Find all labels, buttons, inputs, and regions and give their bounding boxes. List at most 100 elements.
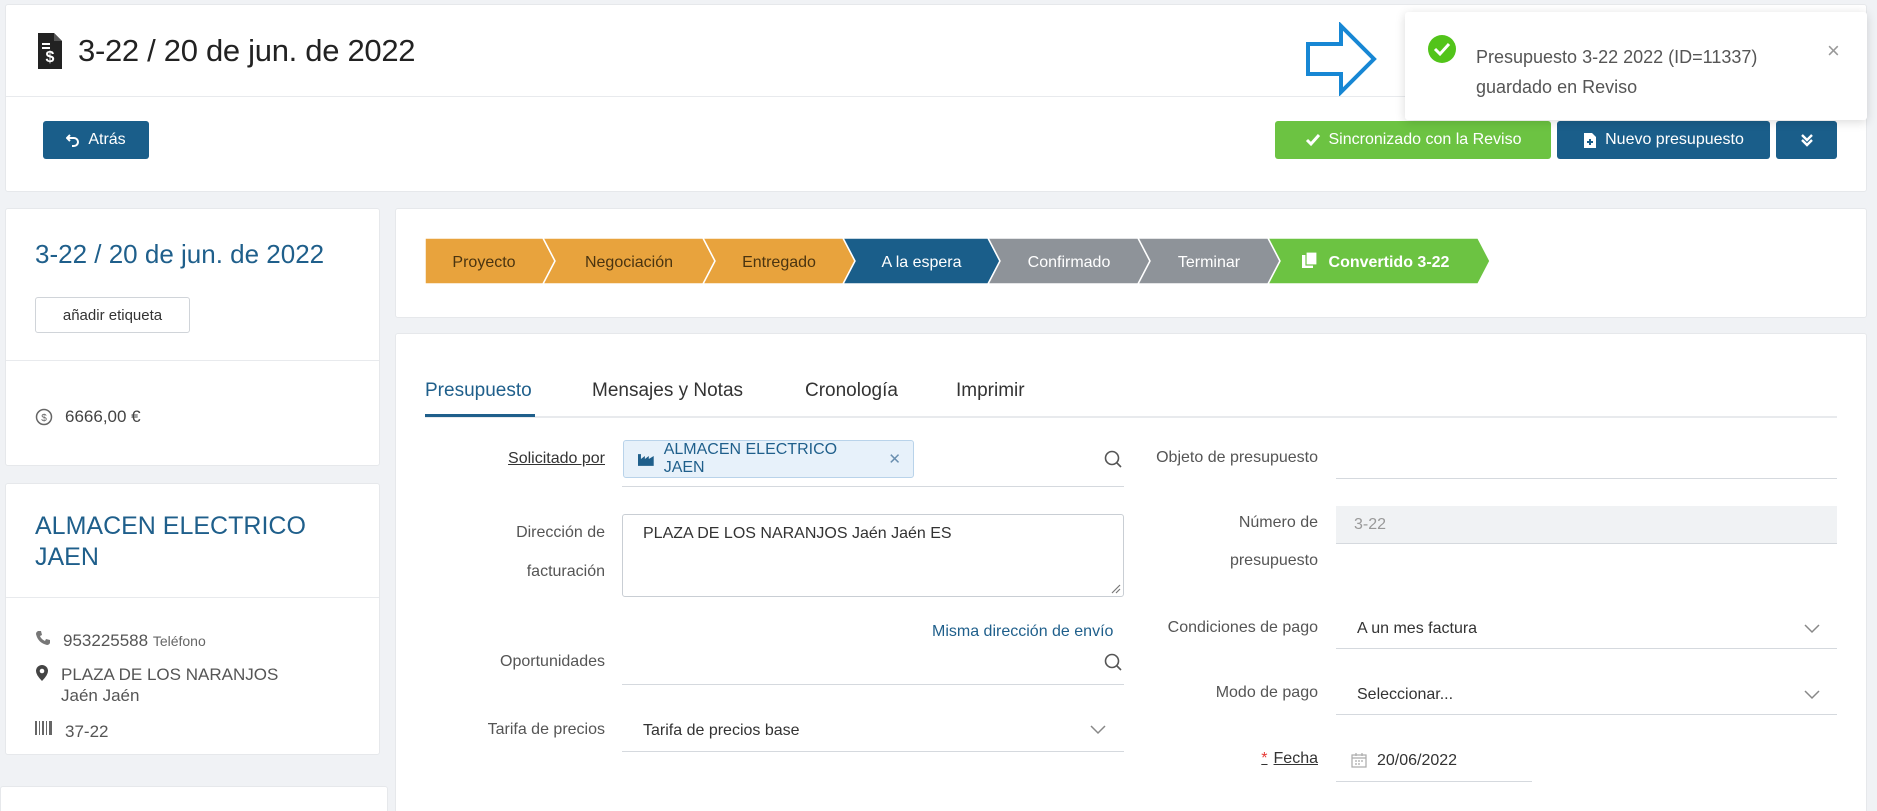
pipeline-stage-5[interactable]: Confirmado — [987, 238, 1151, 284]
add-tag-button[interactable]: añadir etiqueta — [35, 297, 190, 333]
page-title-text: 3-22 / 20 de jun. de 2022 — [78, 33, 416, 68]
pipeline-stage-6[interactable]: Terminar — [1137, 238, 1281, 284]
search-icon[interactable] — [1103, 449, 1123, 469]
pipeline-stage-label: Terminar — [1178, 254, 1241, 271]
quote-number-field: 3-22 — [1336, 506, 1837, 544]
toast-message: Presupuesto 3-22 2022 (ID=11337) guardad… — [1476, 42, 1836, 102]
summary-divider — [6, 360, 379, 361]
requested-by-chip[interactable]: ALMACEN ELECTRICO JAEN ✕ — [623, 440, 914, 478]
toast-line-2: guardado en Reviso — [1476, 77, 1638, 97]
price-list-value: Tarifa de precios base — [643, 722, 800, 739]
pipeline-stage-3[interactable]: Entregado — [702, 238, 856, 284]
new-quote-label: Nuevo presupuesto — [1605, 131, 1744, 148]
opportunities-search-icon[interactable] — [1103, 652, 1123, 672]
back-button[interactable]: Atrás — [43, 121, 149, 159]
pipeline-stage-7[interactable]: Convertido 3-22 — [1267, 238, 1491, 284]
more-actions-button[interactable] — [1776, 121, 1837, 159]
new-quote-button[interactable]: Nuevo presupuesto — [1557, 121, 1770, 159]
number-label-line-2: presupuesto — [1229, 552, 1318, 569]
coin-icon: $ — [35, 408, 53, 426]
requested-by-value: ALMACEN ELECTRICO JAEN — [663, 441, 838, 476]
quote-object-field[interactable] — [1336, 439, 1837, 479]
customer-card: ALMACEN ELECTRICO JAEN 953225588 Teléfon… — [5, 483, 380, 755]
same-address-link[interactable]: Misma dirección de envío — [932, 623, 1113, 641]
tab-presupuesto[interactable]: Presupuesto — [425, 380, 532, 402]
pipeline-stages: Proyecto Negociación Entregado A la espera C… — [425, 238, 1491, 284]
pipeline-stage-label: Negociación — [585, 254, 673, 271]
opportunities-label: Oportunidades — [500, 653, 605, 670]
phone-value: 953225588 — [63, 631, 149, 650]
pipeline-stage-label: Entregado — [742, 254, 816, 271]
bottom-card — [0, 786, 388, 811]
annotation-arrow-icon — [1306, 22, 1377, 96]
tab-bar: Presupuesto Mensajes y Notas Cronología … — [425, 372, 1837, 418]
quote-number-label: Número de presupuesto — [1130, 504, 1318, 580]
phone-icon — [36, 631, 50, 645]
back-button-label: Atrás — [88, 131, 126, 148]
date-label-text: Fecha — [1273, 750, 1318, 767]
quote-object-label: Objeto de presupuesto — [1156, 449, 1318, 466]
tab-cronologia[interactable]: Cronología — [805, 380, 898, 402]
check-icon — [1305, 134, 1320, 147]
sync-reviso-button[interactable]: Sincronizado con la Reviso — [1275, 121, 1551, 159]
invoice-icon: $ — [38, 33, 62, 69]
date-label[interactable]: * Fecha — [1130, 740, 1318, 778]
summary-title: 3-22 / 20 de jun. de 2022 — [35, 239, 325, 269]
pipeline-stage-4[interactable]: A la espera — [842, 238, 1001, 284]
address-line-1: PLAZA DE LOS NARANJOS — [61, 665, 279, 684]
billing-address-value: PLAZA DE LOS NARANJOS Jaén Jaén ES — [643, 525, 952, 542]
payment-terms-label: Condiciones de pago — [1167, 619, 1318, 636]
toast-line-1: Presupuesto 3-22 2022 (ID=11337) — [1476, 47, 1758, 67]
address-line-2: Jaén Jaén — [61, 686, 140, 705]
page-title: $ 3-22 / 20 de jun. de 2022 — [36, 31, 416, 71]
pipeline-stage-label: A la espera — [881, 254, 961, 271]
svg-text:$: $ — [41, 413, 47, 424]
pipeline-stage-label: Proyecto — [452, 254, 515, 271]
amount-row: $ 6666,00 € — [35, 407, 141, 427]
billing-address-label: Dirección de facturación — [430, 513, 605, 591]
factory-icon — [638, 454, 654, 466]
success-check-icon — [1428, 35, 1456, 63]
map-pin-icon — [36, 665, 48, 681]
tab-imprimir[interactable]: Imprimir — [956, 380, 1025, 402]
payment-terms-chevron-down-icon — [1804, 624, 1820, 634]
active-tab-indicator — [425, 414, 535, 417]
svg-text:$: $ — [46, 49, 55, 66]
customer-name[interactable]: ALMACEN ELECTRICO JAEN — [35, 511, 335, 573]
pipeline-stage-2[interactable]: Negociación — [542, 238, 716, 284]
undo-icon — [66, 134, 80, 147]
number-label-line-1: Número de — [1238, 514, 1318, 531]
phone-label: Teléfono — [152, 633, 206, 649]
amount-value: 6666,00 € — [65, 407, 141, 426]
tab-mensajes[interactable]: Mensajes y Notas — [592, 380, 743, 402]
price-list-label: Tarifa de precios — [487, 721, 605, 738]
success-toast: Presupuesto 3-22 2022 (ID=11337) guardad… — [1405, 12, 1867, 120]
toast-close-icon[interactable]: × — [1827, 38, 1840, 64]
billing-label-line-2: facturación — [526, 563, 605, 580]
payment-mode-chevron-down-icon — [1804, 690, 1820, 700]
phone-row: 953225588 Teléfono — [35, 630, 206, 652]
resize-handle-icon[interactable] — [1109, 582, 1121, 594]
double-chevron-down-icon — [1800, 134, 1813, 147]
pipeline-stage-1[interactable]: Proyecto — [425, 238, 556, 284]
billing-label-line-1: Dirección de — [516, 524, 605, 541]
requested-by-label[interactable]: Solicitado por — [430, 440, 605, 478]
remove-chip-icon[interactable]: ✕ — [888, 450, 901, 468]
new-document-icon — [1584, 132, 1597, 148]
calendar-icon — [1351, 753, 1367, 768]
chevron-down-icon — [1090, 725, 1106, 735]
address-row: PLAZA DE LOS NARANJOS Jaén Jaén — [35, 664, 278, 706]
required-marker: * — [1261, 750, 1268, 767]
pipeline-stage-label: Confirmado — [1028, 254, 1111, 271]
payment-mode-value: Seleccionar... — [1357, 686, 1454, 703]
date-value: 20/06/2022 — [1377, 752, 1458, 769]
opportunities-field[interactable] — [622, 645, 1124, 685]
payment-terms-value: A un mes factura — [1357, 620, 1478, 637]
barcode-icon — [35, 721, 52, 735]
payment-mode-label: Modo de pago — [1215, 684, 1318, 701]
code-row: 37-22 — [35, 721, 108, 742]
summary-card: 3-22 / 20 de jun. de 2022 añadir etiquet… — [5, 208, 380, 466]
sync-button-label: Sincronizado con la Reviso — [1328, 131, 1522, 148]
customer-divider — [6, 597, 379, 598]
billing-address-textarea[interactable]: PLAZA DE LOS NARANJOS Jaén Jaén ES — [622, 514, 1124, 597]
